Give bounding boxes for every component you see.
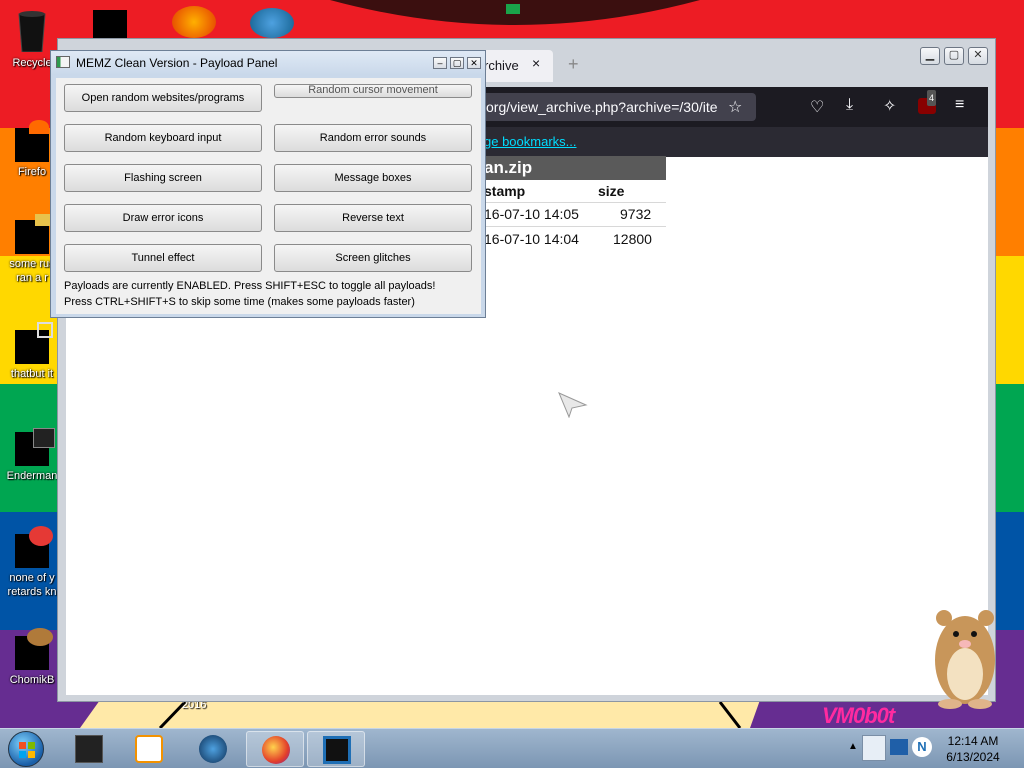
firefox-icon bbox=[15, 120, 49, 162]
pocket-icon[interactable]: ♡ bbox=[810, 97, 824, 117]
skip-time-hint-text: Press CTRL+SHIFT+S to skip some time (ma… bbox=[64, 296, 415, 308]
screen-glitches-button[interactable]: Screen glitches bbox=[274, 244, 472, 272]
wallpaper-text: VM0b0t bbox=[822, 703, 895, 728]
row-stamp[interactable]: 16-07-10 14:05 bbox=[484, 206, 579, 222]
folder-icon bbox=[15, 214, 51, 254]
desktop-icon-label: thatbut it bbox=[10, 368, 54, 380]
hamster-image bbox=[935, 610, 995, 709]
app-icon bbox=[15, 428, 55, 466]
minimize-button[interactable]: – bbox=[433, 57, 447, 69]
extensions-icon[interactable]: ✧ bbox=[883, 96, 896, 116]
desktop-icon-label: Enderman bbox=[6, 470, 58, 482]
internet-icon[interactable] bbox=[250, 8, 294, 38]
windows-logo-icon bbox=[19, 742, 35, 758]
hamster-icon bbox=[15, 628, 53, 670]
payload-status-text: Payloads are currently ENABLED. Press SH… bbox=[64, 280, 436, 292]
wallpaper-arc bbox=[330, 0, 700, 25]
tunnel-effect-button[interactable]: Tunnel effect bbox=[64, 244, 262, 272]
url-text[interactable]: org/view_archive.php?archive=/30/ite bbox=[486, 99, 718, 115]
maximize-button[interactable]: ▢ bbox=[450, 57, 464, 69]
chrome-icon bbox=[15, 526, 53, 568]
column-header-size: size bbox=[598, 183, 625, 199]
open-random-websites-button[interactable]: Open random websites/programs bbox=[64, 84, 262, 112]
folder-icon[interactable] bbox=[93, 10, 127, 38]
terminal-icon bbox=[75, 735, 103, 763]
extension-badge: 4 bbox=[927, 90, 937, 106]
maximize-button[interactable]: ▢ bbox=[944, 47, 964, 65]
table-divider bbox=[482, 202, 666, 203]
clock-time: 12:14 AM bbox=[947, 734, 999, 748]
bookmarks-link[interactable]: ge bookmarks... bbox=[484, 134, 577, 149]
app-icon bbox=[323, 736, 351, 764]
desktop-icon-label: ChomikB bbox=[9, 674, 55, 686]
bookmark-star-icon[interactable]: ☆ bbox=[728, 97, 742, 117]
taskbar-item-memz[interactable] bbox=[307, 731, 365, 767]
menu-icon[interactable]: ≡ bbox=[955, 96, 964, 114]
globe-icon bbox=[199, 735, 227, 763]
tray-app-icon[interactable]: N bbox=[912, 737, 932, 757]
start-button[interactable] bbox=[8, 731, 44, 767]
wallpaper-figure bbox=[80, 700, 760, 728]
archive-title: an.zip bbox=[482, 156, 666, 180]
column-header-stamp: stamp bbox=[484, 183, 526, 199]
recycle-bin-icon bbox=[15, 8, 49, 52]
taskbar-item-terminal[interactable] bbox=[60, 731, 118, 767]
cursor-icon bbox=[558, 392, 588, 418]
taskbar-item-browser[interactable] bbox=[184, 731, 242, 767]
tray-expand-icon[interactable]: ▲ bbox=[848, 741, 858, 752]
media-player-icon bbox=[135, 735, 163, 763]
taskbar: ▲ N bbox=[0, 728, 1024, 768]
reverse-text-button[interactable]: Reverse text bbox=[274, 204, 472, 232]
taskbar-item-firefox[interactable] bbox=[246, 731, 304, 767]
flashing-screen-button[interactable]: Flashing screen bbox=[64, 164, 262, 192]
desktop-icon-none-of[interactable]: none of y retards kn bbox=[0, 526, 64, 599]
random-keyboard-input-button[interactable]: Random keyboard input bbox=[64, 124, 262, 152]
tray-network-icon[interactable] bbox=[862, 735, 886, 761]
tray-display-icon[interactable] bbox=[890, 739, 908, 755]
taskbar-item-media[interactable] bbox=[120, 731, 178, 767]
desktop-icon-label: none of y bbox=[9, 572, 55, 584]
memz-app-icon bbox=[56, 56, 70, 68]
desktop-icon-chomik[interactable]: ChomikB bbox=[0, 628, 64, 687]
firefox-icon[interactable] bbox=[172, 6, 216, 38]
desktop-icon-thatbut[interactable]: thatbut it bbox=[0, 322, 64, 381]
row-stamp[interactable]: 16-07-10 14:04 bbox=[484, 231, 579, 247]
minimize-button[interactable]: ▁ bbox=[920, 47, 940, 65]
download-icon[interactable]: ⤓ bbox=[846, 96, 853, 114]
table-divider bbox=[482, 226, 666, 227]
close-button[interactable]: ✕ bbox=[467, 57, 481, 69]
firefox-icon bbox=[262, 736, 290, 764]
message-boxes-button[interactable]: Message boxes bbox=[274, 164, 472, 192]
memz-title: MEMZ Clean Version - Payload Panel bbox=[76, 56, 278, 70]
random-cursor-movement-button[interactable]: Random cursor movement bbox=[274, 84, 472, 98]
memz-client-area bbox=[56, 78, 481, 314]
new-tab-button[interactable]: + bbox=[568, 54, 579, 75]
desktop-icon-label-line2: retards kn bbox=[7, 586, 57, 598]
memz-payload-panel: MEMZ Clean Version - Payload Panel – ▢ ✕… bbox=[50, 50, 486, 318]
clock-date: 6/13/2024 bbox=[946, 750, 1000, 764]
close-button[interactable]: ✕ bbox=[968, 47, 988, 65]
stack-icon bbox=[15, 322, 53, 364]
memz-titlebar[interactable]: MEMZ Clean Version - Payload Panel – ▢ ✕ bbox=[51, 51, 485, 75]
row-size: 9732 bbox=[620, 206, 652, 222]
tab-close-icon[interactable]: × bbox=[532, 55, 540, 71]
clock[interactable]: 12:14 AM 6/13/2024 bbox=[940, 733, 1006, 765]
row-size: 12800 bbox=[613, 231, 652, 247]
tab-title: rchive bbox=[484, 58, 519, 73]
draw-error-icons-button[interactable]: Draw error icons bbox=[64, 204, 262, 232]
desktop-icon-enderman[interactable]: Enderman bbox=[0, 428, 64, 483]
random-error-sounds-button[interactable]: Random error sounds bbox=[274, 124, 472, 152]
ublock-icon[interactable]: 4 bbox=[918, 90, 937, 114]
